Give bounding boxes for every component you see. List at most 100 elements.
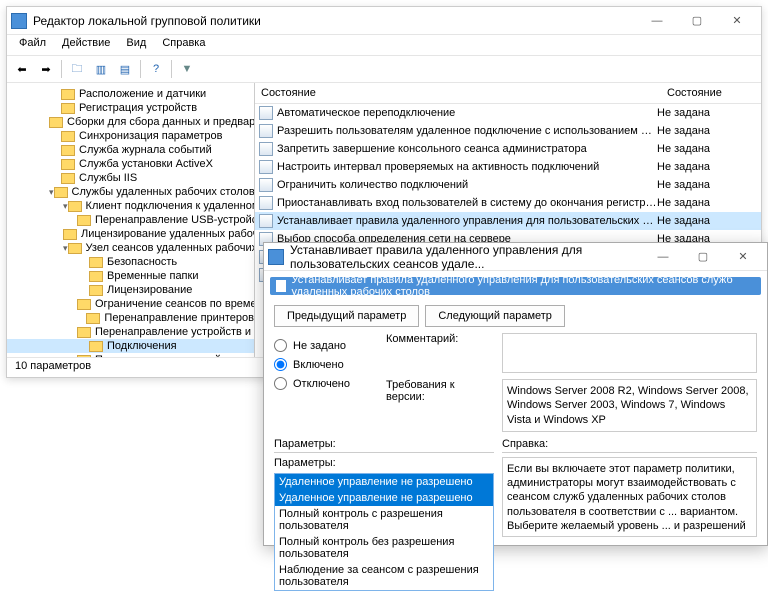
dropdown-option[interactable]: Наблюдение за сеансом с разрешения польз…	[275, 562, 493, 590]
folder-icon	[61, 131, 75, 142]
tree-item[interactable]: Перенаправление устройств и рес	[7, 325, 254, 339]
radio-enabled[interactable]: Включено	[274, 358, 374, 371]
menu-view[interactable]: Вид	[118, 35, 154, 55]
col-state-header[interactable]: Состояние	[255, 83, 661, 103]
close-button[interactable]: ✕	[717, 8, 757, 34]
tree-item[interactable]: ▾Узел сеансов удаленных рабочих сто	[7, 241, 254, 255]
policy-icon	[259, 214, 273, 228]
policy-state: Не задана	[657, 161, 757, 173]
radio-label: Включено	[293, 359, 344, 371]
menu-help[interactable]: Справка	[154, 35, 213, 55]
col-status-header[interactable]: Состояние	[661, 83, 761, 103]
dialog-maximize-button[interactable]: ▢	[683, 244, 723, 270]
tree-item-label: Служба журнала событий	[79, 144, 212, 156]
tree-item-label: Перенаправление USB-устройств	[95, 214, 255, 226]
prev-setting-button[interactable]: Предыдущий параметр	[274, 305, 419, 327]
tree-item[interactable]: Лицензирование удаленных рабочи	[7, 227, 254, 241]
show-hide-tree-button[interactable]: ▥	[90, 58, 112, 80]
dialog-title: Устанавливает правила удаленного управле…	[290, 243, 643, 271]
folder-icon	[68, 243, 82, 254]
policy-state: Не задана	[657, 215, 757, 227]
back-button[interactable]: ⬅	[11, 58, 33, 80]
minimize-button[interactable]: —	[637, 8, 677, 34]
radio-disabled[interactable]: Отключено	[274, 377, 374, 390]
tree-item[interactable]: Безопасность	[7, 255, 254, 269]
tree-item[interactable]: Служба журнала событий	[7, 143, 254, 157]
tree-item-label: Клиент подключения к удаленному р	[86, 200, 255, 212]
policy-state: Не задана	[657, 179, 757, 191]
requirements-label: Требования к версии:	[386, 379, 496, 432]
tree-item[interactable]: Синхронизация параметров	[7, 129, 254, 143]
folder-icon	[77, 355, 91, 358]
options-dropdown[interactable]: Удаленное управление не разрешено Удален…	[274, 473, 494, 591]
dropdown-list: Удаленное управление не разрешеноПолный …	[275, 490, 493, 590]
policy-row[interactable]: Разрешить пользователям удаленное подклю…	[255, 122, 761, 140]
menu-action[interactable]: Действие	[54, 35, 118, 55]
policy-row[interactable]: Автоматическое переподключениеНе задана	[255, 104, 761, 122]
tree-item[interactable]: Ограничение сеансов по времени	[7, 297, 254, 311]
dropdown-selected[interactable]: Удаленное управление не разрешено	[275, 474, 493, 490]
menu-file[interactable]: Файл	[11, 35, 54, 55]
comment-textarea[interactable]	[502, 333, 757, 373]
policy-name: Разрешить пользователям удаленное подклю…	[277, 125, 657, 137]
tree-item-label: Сборки для сбора данных и предварите...	[67, 116, 255, 128]
dialog-close-button[interactable]: ✕	[723, 244, 763, 270]
maximize-button[interactable]: ▢	[677, 8, 717, 34]
policy-icon	[259, 142, 273, 156]
policy-row[interactable]: Устанавливает правила удаленного управле…	[255, 212, 761, 230]
policy-name: Автоматическое переподключение	[277, 107, 657, 119]
tree-item[interactable]: ▾Службы удаленных рабочих столов	[7, 185, 254, 199]
tree-item-label: Лицензирование удаленных рабочи	[81, 228, 255, 240]
dropdown-option[interactable]: Полный контроль без разрешения пользоват…	[275, 534, 493, 562]
tree-item-label: Перенаправление принтеров	[104, 312, 254, 324]
tree-item[interactable]: Перенаправление USB-устройств	[7, 213, 254, 227]
tree-pane[interactable]: Расположение и датчики Регистрация устрой…	[7, 83, 255, 357]
policy-icon	[276, 280, 286, 292]
tree-item[interactable]: Служба установки ActiveX	[7, 157, 254, 171]
radio-label: Не задано	[293, 340, 346, 352]
filter-button[interactable]: ▼	[176, 58, 198, 80]
tree-item-label: Расположение и датчики	[79, 88, 206, 100]
tree-item[interactable]: ▾Клиент подключения к удаленному р	[7, 199, 254, 213]
policy-row[interactable]: Ограничить количество подключенийНе зада…	[255, 176, 761, 194]
dialog-icon	[268, 249, 284, 265]
policy-row[interactable]: Запретить завершение консольного сеанса …	[255, 140, 761, 158]
next-setting-button[interactable]: Следующий параметр	[425, 305, 565, 327]
window-title: Редактор локальной групповой политики	[33, 14, 637, 28]
folder-icon	[54, 187, 68, 198]
policy-state: Не задана	[657, 143, 757, 155]
app-icon	[11, 13, 27, 29]
tree-item-label: Служба установки ActiveX	[79, 158, 213, 170]
tree-item[interactable]: Службы IIS	[7, 171, 254, 185]
dialog-header-text: Устанавливает правила удаленного управле…	[292, 274, 755, 298]
up-button[interactable]: 🗀	[66, 58, 88, 80]
dialog-minimize-button[interactable]: —	[643, 244, 683, 270]
export-list-button[interactable]: ▤	[114, 58, 136, 80]
tree-item[interactable]: Посредник подключений к удале	[7, 353, 254, 357]
folder-icon	[61, 145, 75, 156]
dropdown-option[interactable]: Полный контроль с разрешения пользовател…	[275, 506, 493, 534]
tree-item-label: Регистрация устройств	[79, 102, 197, 114]
help-button[interactable]: ?	[145, 58, 167, 80]
tree-item[interactable]: Сборки для сбора данных и предварите...	[7, 115, 254, 129]
tree-item[interactable]: Перенаправление принтеров	[7, 311, 254, 325]
policy-row[interactable]: Настроить интервал проверяемых на активн…	[255, 158, 761, 176]
tree-item[interactable]: Расположение и датчики	[7, 87, 254, 101]
policy-name: Устанавливает правила удаленного управле…	[277, 215, 657, 227]
policy-dialog: Устанавливает правила удаленного управле…	[263, 242, 768, 546]
policy-row[interactable]: Приостанавливать вход пользователей в си…	[255, 194, 761, 212]
tree-item[interactable]: Подключения	[7, 339, 254, 353]
forward-button[interactable]: ➡	[35, 58, 57, 80]
tree-item[interactable]: Регистрация устройств	[7, 101, 254, 115]
tree-item[interactable]: Временные папки	[7, 269, 254, 283]
requirements-text: Windows Server 2008 R2, Windows Server 2…	[502, 379, 757, 432]
radio-not-configured[interactable]: Не задано	[274, 339, 374, 352]
policy-icon	[259, 106, 273, 120]
tree-item[interactable]: Лицензирование	[7, 283, 254, 297]
policy-state: Не задана	[657, 197, 757, 209]
tree-item-label: Временные папки	[107, 270, 198, 282]
folder-icon	[77, 299, 91, 310]
dropdown-option[interactable]: Удаленное управление не разрешено	[275, 490, 493, 506]
dialog-body: Предыдущий параметр Следующий параметр Н…	[264, 301, 767, 595]
policy-name: Настроить интервал проверяемых на активн…	[277, 161, 657, 173]
